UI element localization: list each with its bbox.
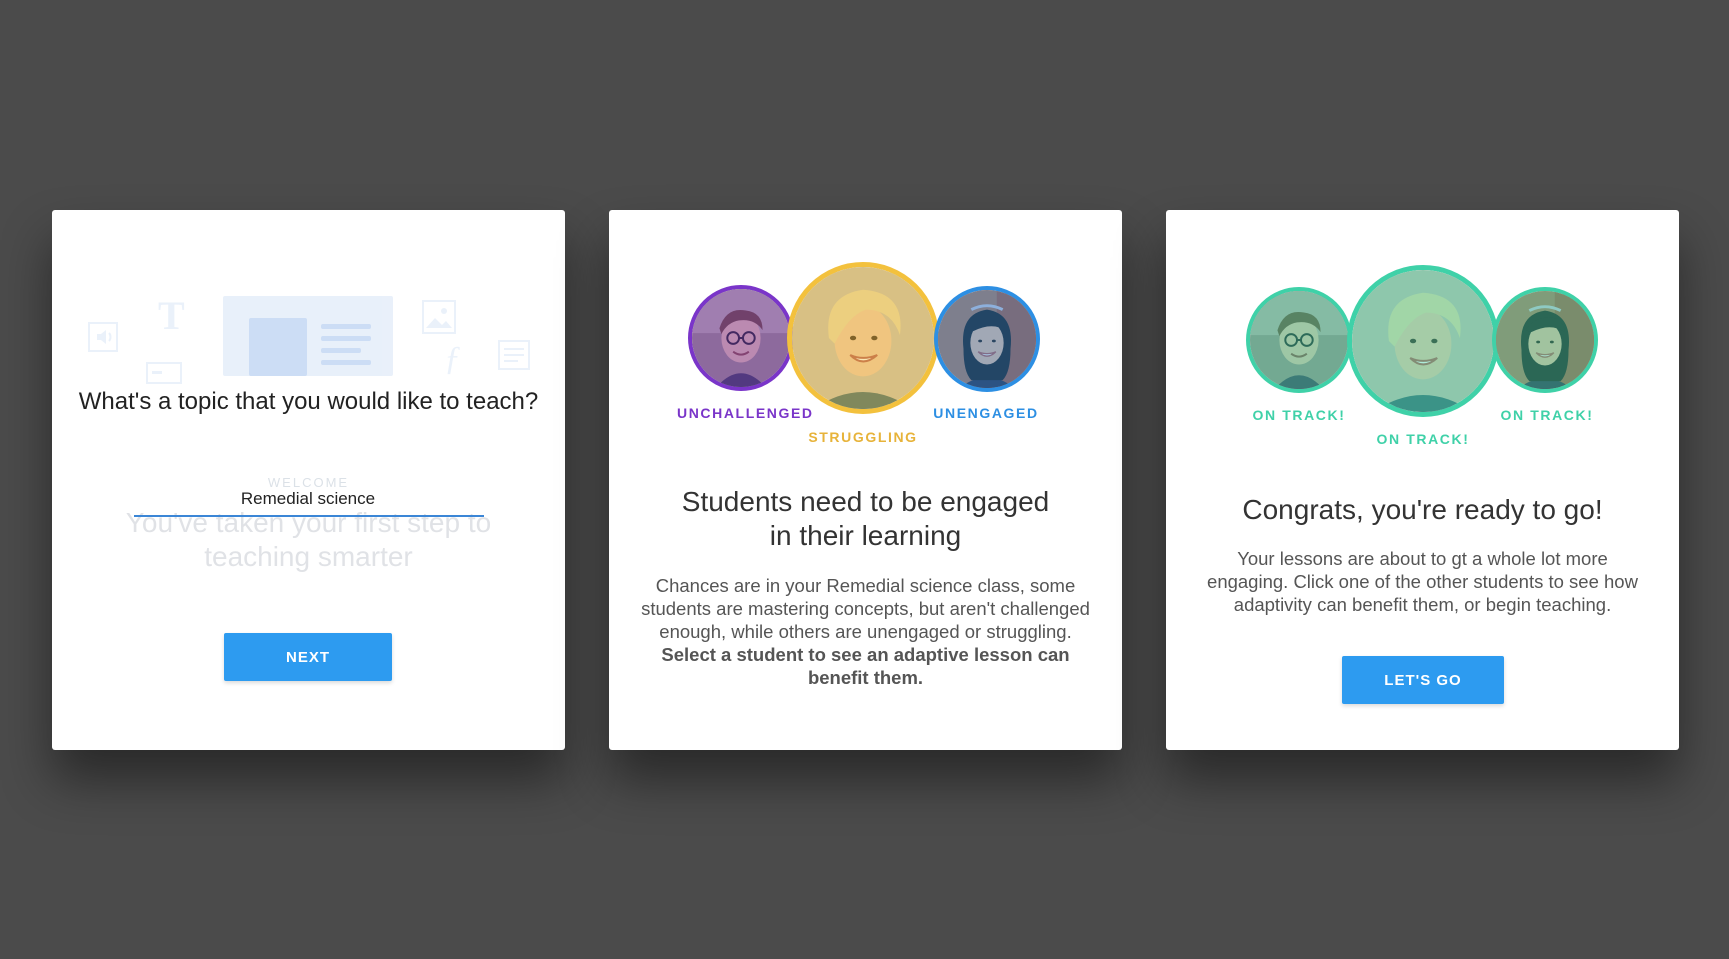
- text-icon-glyph: T: [158, 293, 185, 338]
- formula-icon: ƒ: [444, 340, 461, 378]
- onboarding-card-students: UNCHALLENGED STRUGGLING UNENGAGED Studen…: [609, 210, 1122, 750]
- student-avatar-unchallenged[interactable]: [688, 285, 794, 391]
- picture-icon: [422, 300, 456, 339]
- student-avatar-unengaged[interactable]: [934, 286, 1040, 392]
- status-label-unengaged: UNENGAGED: [933, 405, 1039, 421]
- congrats-description: Your lessons are about to gt a whole lot…: [1207, 548, 1638, 615]
- formula-icon-glyph: ƒ: [444, 340, 461, 377]
- student-avatar-on-track-center[interactable]: [1347, 265, 1499, 417]
- audio-icon: [88, 322, 118, 357]
- student-avatar-on-track-right[interactable]: [1492, 287, 1598, 393]
- onboarding-card-congrats: ON TRACK! ON TRACK! ON TRACK! Congrats, …: [1166, 210, 1679, 750]
- topic-input-underline: [134, 515, 484, 517]
- students-title: Students need to be engaged in their lea…: [681, 486, 1050, 551]
- status-label-unchallenged: UNCHALLENGED: [677, 405, 814, 421]
- document-icon: [498, 340, 530, 375]
- status-label-on-track-right: ON TRACK!: [1500, 407, 1594, 423]
- next-button[interactable]: NEXT: [224, 633, 392, 681]
- status-label-on-track-left: ON TRACK!: [1252, 407, 1346, 423]
- image-text-block-icon: [223, 296, 393, 376]
- students-description: Chances are in your Remedial science cla…: [639, 574, 1092, 689]
- student-avatar-on-track-left[interactable]: [1246, 287, 1352, 393]
- lets-go-button[interactable]: LET'S GO: [1342, 656, 1504, 704]
- onboarding-card-topic: T ƒ WELCOME You've taken your first step…: [52, 210, 565, 750]
- students-description-text: Chances are in your Remedial science cla…: [641, 575, 1090, 642]
- students-description-bold: Select a student to see an adaptive less…: [661, 644, 1070, 688]
- status-label-struggling: STRUGGLING: [808, 429, 918, 445]
- topic-question: What's a topic that you would like to te…: [78, 388, 539, 415]
- status-label-on-track-center: ON TRACK!: [1376, 431, 1470, 447]
- topic-input[interactable]: [132, 486, 484, 512]
- congrats-title: Congrats, you're ready to go!: [1242, 494, 1603, 525]
- text-icon: T: [158, 292, 185, 339]
- student-avatar-struggling[interactable]: [787, 262, 939, 414]
